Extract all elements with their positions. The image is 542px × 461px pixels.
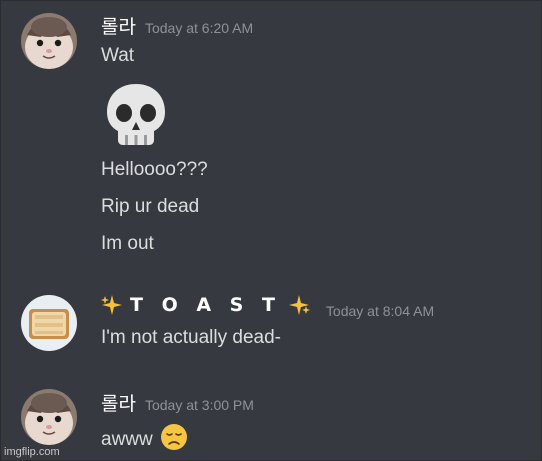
message-text: Hellоооо??? <box>101 159 208 180</box>
disappointed-face-emoji <box>161 424 188 450</box>
message-text-content: awww <box>101 429 153 450</box>
message-header: T O A S T Today at 8:04 AM <box>101 294 434 319</box>
imgflip-watermark: imgflip.com <box>4 446 60 458</box>
timestamp[interactable]: Today at 6:20 AM <box>145 20 253 36</box>
timestamp[interactable]: Today at 3:00 PM <box>145 397 254 413</box>
message-text: Im out <box>101 233 154 254</box>
chat-frame <box>0 0 542 461</box>
message-header: 롤라 Today at 3:00 PM <box>101 389 254 416</box>
skull-emoji <box>101 80 171 150</box>
message-text: Rip ur dead <box>101 196 200 217</box>
username[interactable]: 롤라 <box>101 389 136 416</box>
username[interactable]: T O A S T <box>101 294 310 316</box>
timestamp[interactable]: Today at 8:04 AM <box>326 303 434 319</box>
cat-avatar-icon[interactable] <box>21 389 77 445</box>
sparkles-icon <box>101 295 122 315</box>
sparkles-icon <box>288 295 310 315</box>
username-text[interactable]: T O A S T <box>130 294 281 316</box>
message-text: I'm not actually dead- <box>101 327 281 348</box>
message-text: Wat <box>101 45 135 66</box>
cat-avatar-icon[interactable] <box>21 13 77 69</box>
message-text: awww <box>101 423 188 451</box>
message-header: 롤라 Today at 6:20 AM <box>101 12 253 39</box>
username[interactable]: 롤라 <box>101 12 136 39</box>
toast-avatar-icon[interactable] <box>21 295 77 351</box>
